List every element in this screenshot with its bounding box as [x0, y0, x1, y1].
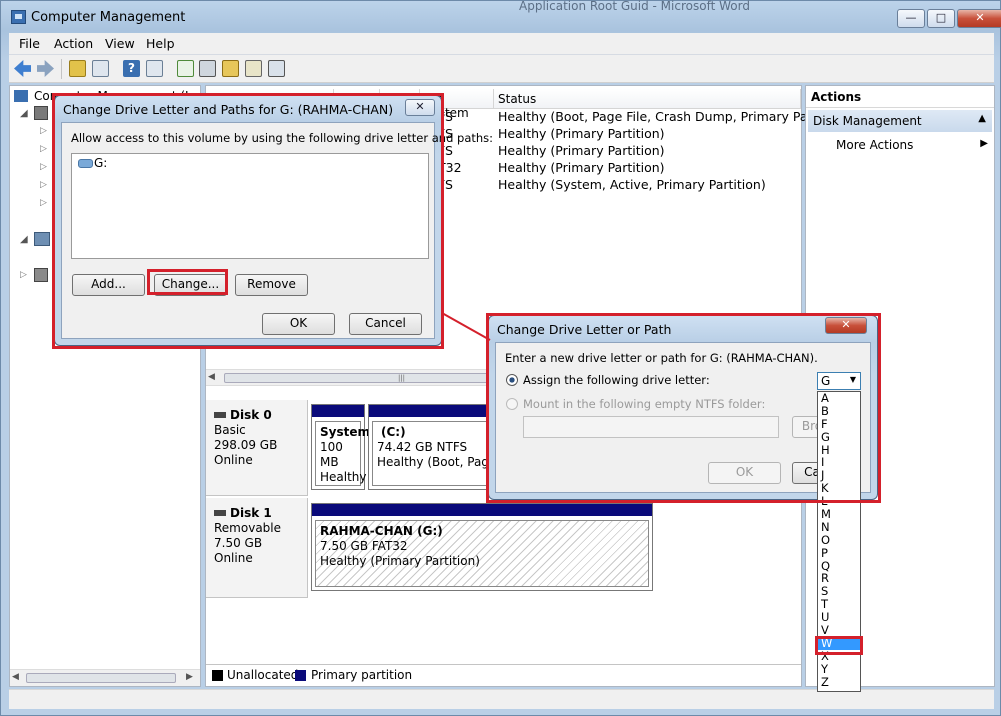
connector-line: [441, 312, 491, 341]
